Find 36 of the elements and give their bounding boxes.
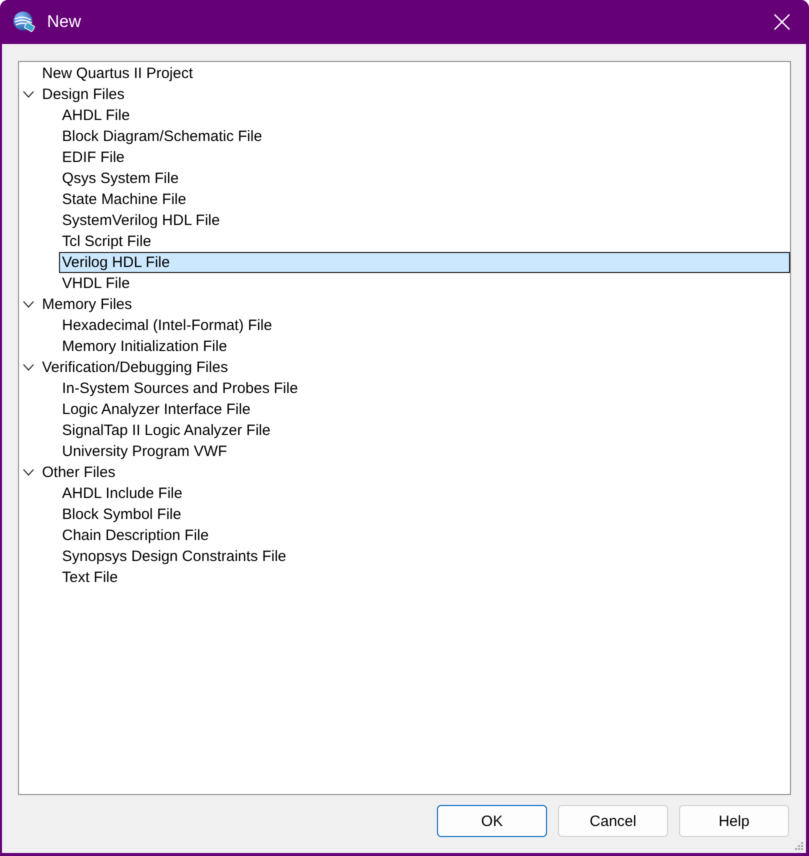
tree-item[interactable]: EDIF File [59, 147, 129, 168]
dialog-button[interactable]: OK [437, 805, 547, 837]
tree-item[interactable]: Hexadecimal (Intel-Format) File [59, 315, 276, 336]
tree-item[interactable]: Memory Files [21, 294, 136, 315]
tree-item[interactable]: Memory Initialization File [59, 336, 232, 357]
tree-item[interactable]: Synopsys Design Constraints File [59, 546, 290, 567]
size-grip-icon[interactable] [795, 842, 803, 850]
tree-item[interactable]: Tcl Script File [59, 231, 156, 252]
tree-item[interactable]: Text File [59, 567, 122, 588]
tree-item[interactable]: Verilog HDL File [59, 252, 790, 273]
close-icon[interactable] [774, 14, 790, 30]
tree-item[interactable]: AHDL File [59, 105, 134, 126]
tree-item[interactable]: Other Files [21, 462, 120, 483]
chevron-icon[interactable] [23, 301, 34, 308]
chevron-icon[interactable] [23, 364, 34, 371]
tree-item[interactable]: Qsys System File [59, 168, 183, 189]
window-title: New [47, 12, 82, 32]
tree-item[interactable]: In-System Sources and Probes File [59, 378, 302, 399]
globe-icon [13, 11, 35, 33]
tree-item[interactable]: Block Diagram/Schematic File [59, 126, 266, 147]
chevron-icon[interactable] [23, 469, 34, 476]
tree-item[interactable]: Verification/Debugging Files [21, 357, 232, 378]
tree-item[interactable]: AHDL Include File [59, 483, 186, 504]
tree-item[interactable]: New Quartus II Project [21, 63, 197, 84]
chevron-icon[interactable] [23, 91, 34, 98]
dialog-button[interactable]: Cancel [558, 805, 668, 837]
tree-item[interactable]: Design Files [21, 84, 129, 105]
tree-item[interactable]: Chain Description File [59, 525, 213, 546]
tree-item[interactable]: VHDL File [59, 273, 134, 294]
tree-item[interactable]: Block Symbol File [59, 504, 186, 525]
tree-item[interactable]: SystemVerilog HDL File [59, 210, 224, 231]
dialog-button[interactable]: Help [679, 805, 789, 837]
tree-item[interactable]: University Program VWF [59, 441, 232, 462]
tree-item[interactable]: State Machine File [59, 189, 190, 210]
tree-item[interactable]: Logic Analyzer Interface File [59, 399, 254, 420]
tree-item[interactable]: SignalTap II Logic Analyzer File [59, 420, 274, 441]
